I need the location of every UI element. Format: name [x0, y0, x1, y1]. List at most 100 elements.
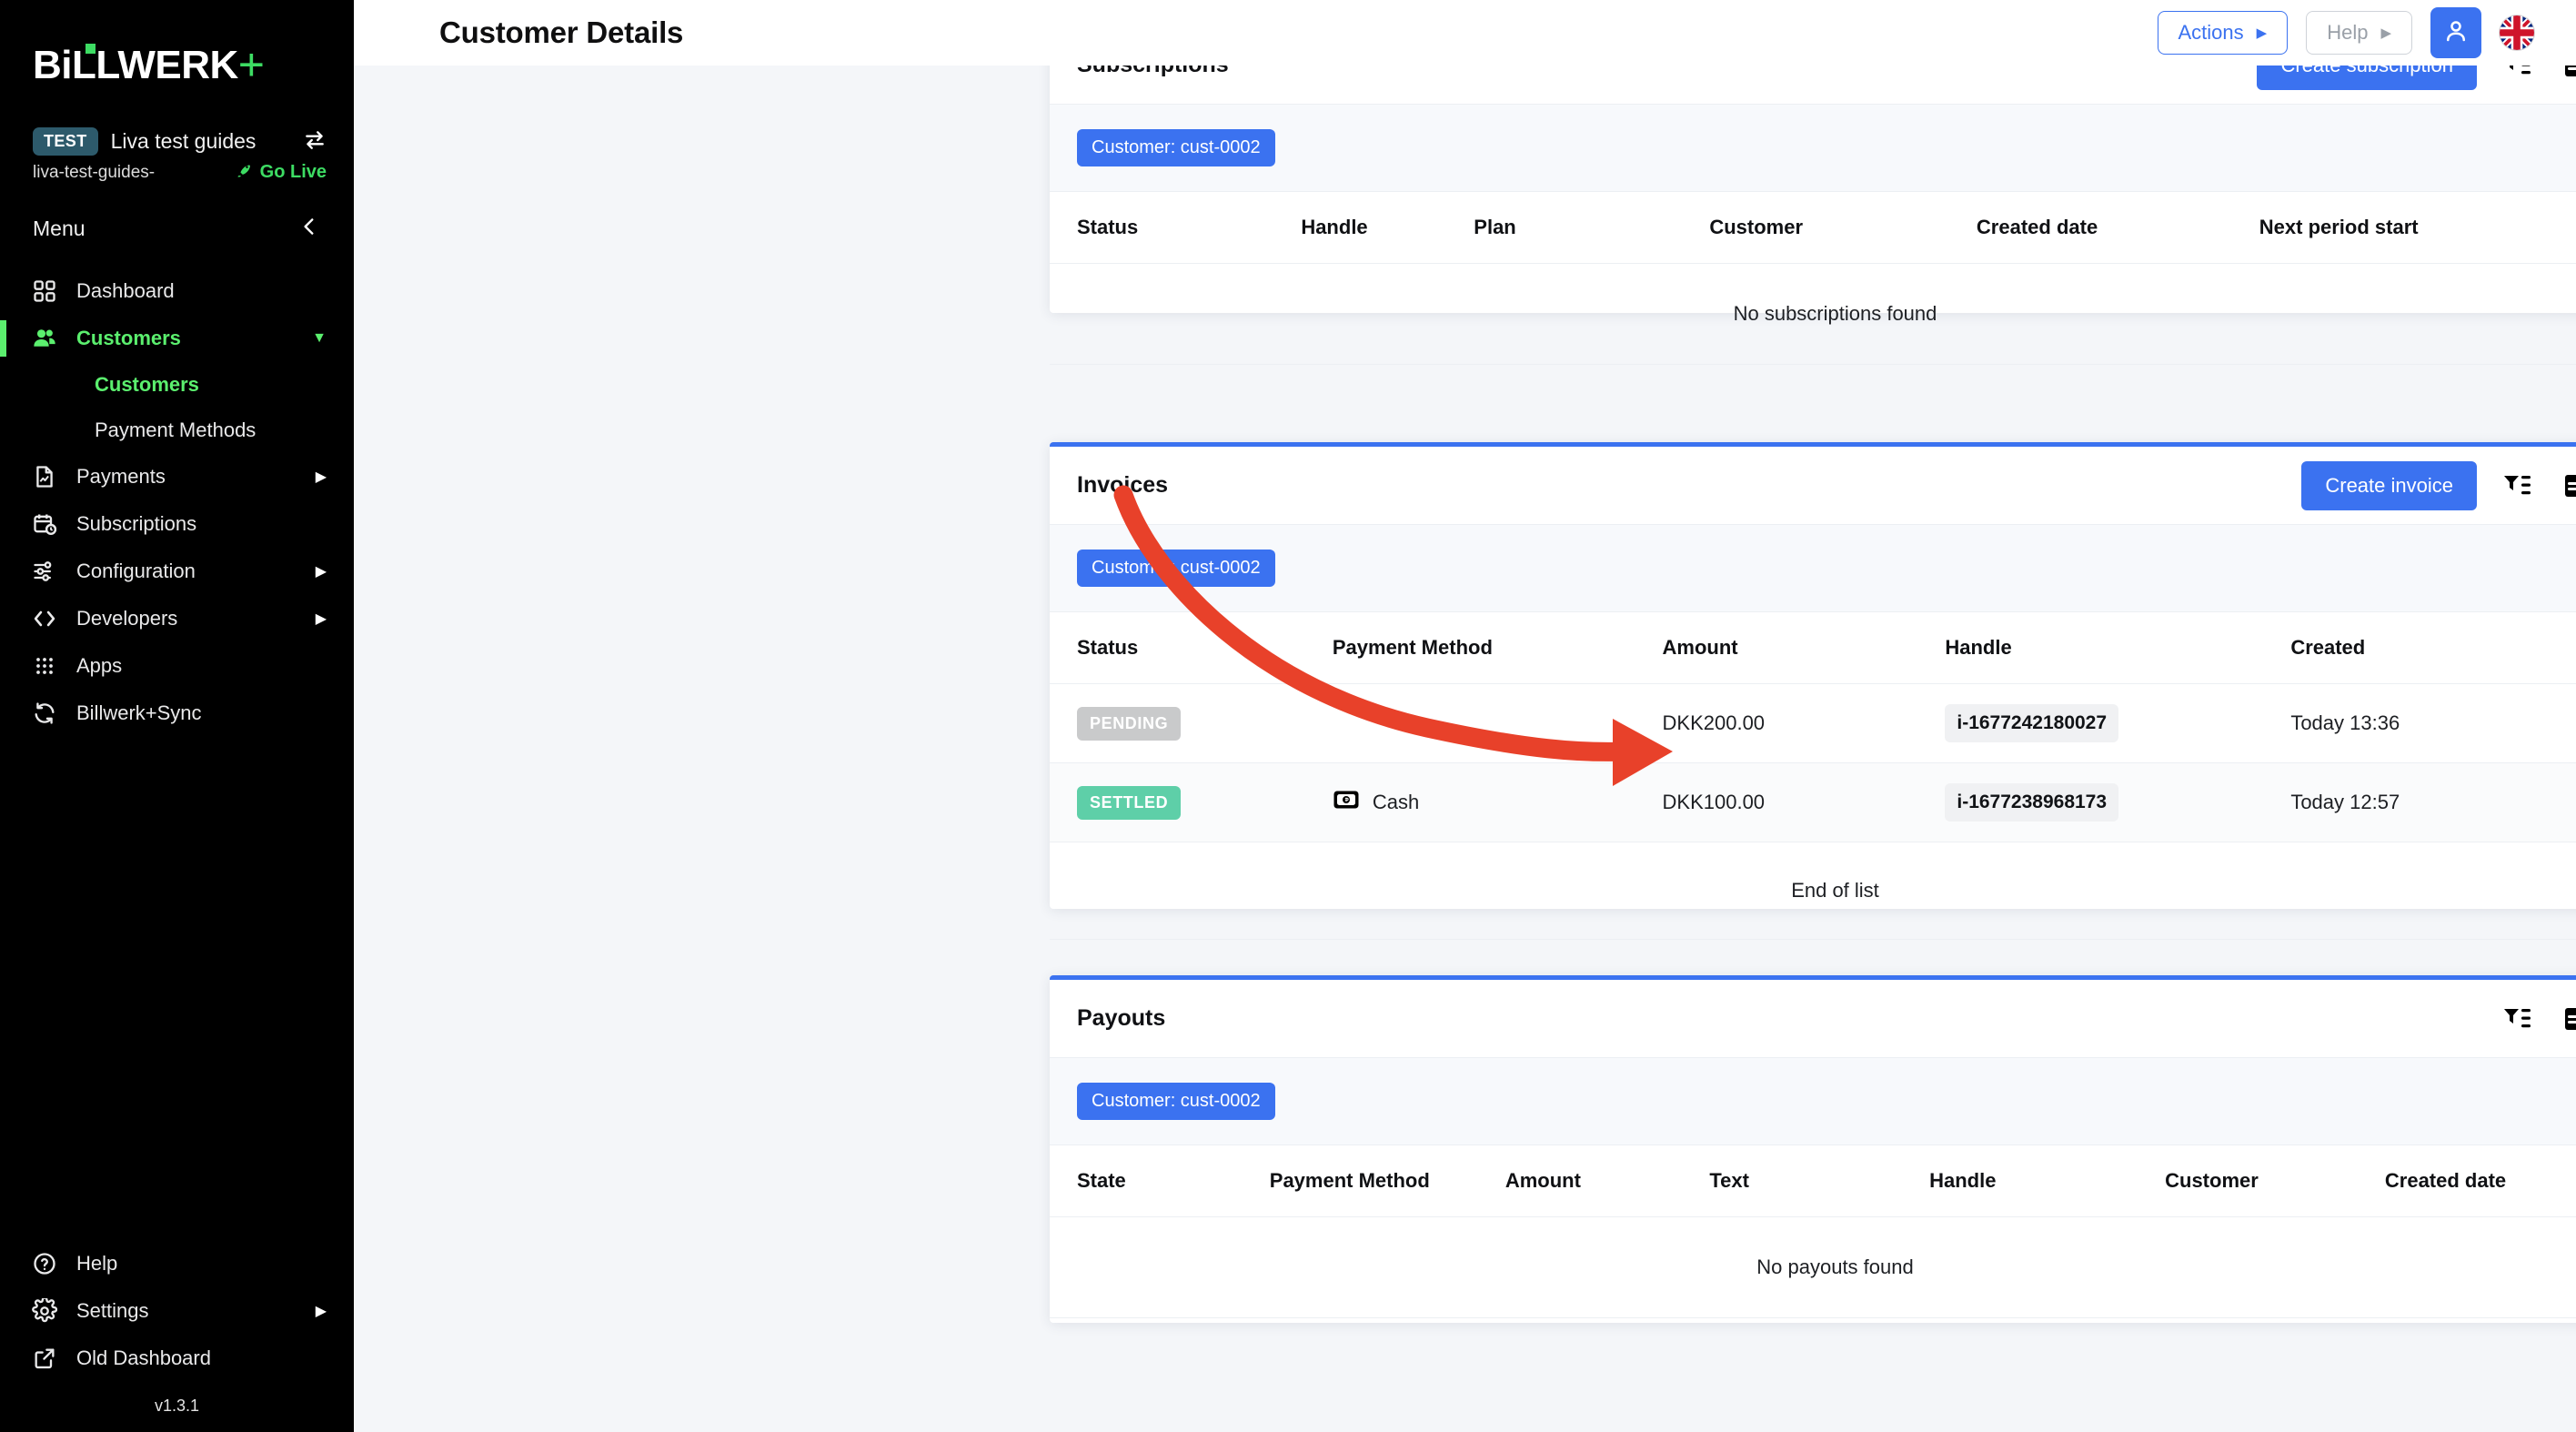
column-header[interactable]: Customer [2165, 1145, 2385, 1217]
column-header[interactable]: Payment Method [1269, 1145, 1505, 1217]
create-invoice-button[interactable]: Create invoice [2301, 460, 2477, 510]
user-account-button[interactable] [2430, 7, 2481, 58]
payouts-card-actions [2501, 1002, 2576, 1036]
logo-plus: + [237, 39, 265, 90]
help-button[interactable]: Help ▶ [2306, 11, 2412, 55]
sidebar-item-label: Subscriptions [76, 512, 197, 535]
actions-button[interactable]: Actions ▶ [2157, 11, 2289, 55]
invoices-card: Invoices Create invoice Customer: cust-0… [1050, 442, 2576, 940]
filter-icon[interactable] [2501, 469, 2535, 503]
column-header[interactable]: Created [2290, 612, 2576, 684]
apps-grid-icon [31, 652, 58, 680]
column-header[interactable]: Handle [1945, 612, 2291, 684]
sidebar-item-configuration[interactable]: Configuration ▶ [0, 548, 354, 595]
column-header[interactable]: Created date [2384, 1145, 2576, 1217]
column-settings-icon[interactable] [2559, 66, 2576, 83]
sidebar-item-subscriptions[interactable]: Subscriptions [0, 500, 354, 548]
logo-text: BiLLWERK [33, 43, 238, 87]
invoices-table: Status Payment Method Amount Handle Crea… [1050, 612, 2576, 940]
column-header[interactable]: Handle [1929, 1145, 2166, 1217]
collapse-sidebar-icon[interactable] [297, 215, 321, 242]
filter-icon[interactable] [2501, 1002, 2535, 1036]
table-header-row: Status Handle Plan Customer Created date… [1050, 192, 2576, 264]
column-header[interactable]: Status [1050, 192, 1302, 264]
column-header[interactable]: Next period start [2259, 192, 2576, 264]
subscriptions-title: Subscriptions [1077, 66, 1229, 78]
filter-chip-customer[interactable]: Customer: cust-0002 [1077, 129, 1275, 166]
invoice-handle-link[interactable]: i-1677238968173 [1945, 783, 2119, 822]
switch-environment-icon[interactable] [303, 128, 327, 156]
sidebar-item-developers[interactable]: Developers ▶ [0, 595, 354, 642]
invoice-payment-method-cell: Cash [1332, 762, 1663, 842]
go-live-button[interactable]: Go Live [236, 161, 327, 184]
column-settings-icon[interactable] [2559, 1002, 2576, 1036]
sidebar-item-settings[interactable]: Settings ▶ [0, 1287, 354, 1335]
sidebar-item-dashboard[interactable]: Dashboard [0, 267, 354, 315]
gear-icon [31, 1297, 58, 1325]
payouts-card-header: Payouts [1050, 980, 2576, 1058]
filter-chip-customer[interactable]: Customer: cust-0002 [1077, 550, 1275, 587]
payment-method-label: Cash [1372, 791, 1420, 813]
payouts-title: Payouts [1077, 1005, 1166, 1031]
empty-state-text: No subscriptions found [1050, 263, 2576, 365]
chevron-right-icon: ▶ [315, 1304, 327, 1319]
brand-logo[interactable]: BiLLWERK+ [0, 0, 354, 109]
environment-sub-row: liva-test-guides- Go Live [0, 156, 354, 184]
logo-dot [86, 44, 96, 54]
app-root: BiLLWERK+ TEST Liva test guides liva-tes… [0, 0, 2576, 1432]
sidebar-subitem-payment-methods[interactable]: Payment Methods [0, 408, 354, 453]
invoices-filter-bar: Customer: cust-0002 [1050, 525, 2576, 612]
sidebar-item-label: Old Dashboard [76, 1346, 211, 1369]
column-header[interactable]: Created date [1976, 192, 2259, 264]
help-button-label: Help [2327, 21, 2369, 44]
sidebar-item-label: Dashboard [76, 279, 175, 302]
column-header[interactable]: Handle [1301, 192, 1474, 264]
go-live-label: Go Live [259, 162, 327, 182]
sidebar-item-label: Configuration [76, 560, 196, 582]
column-header[interactable]: Amount [1662, 612, 1946, 684]
invoice-status-cell: SETTLED [1050, 762, 1333, 842]
column-header[interactable]: Amount [1504, 1145, 1710, 1217]
sliders-icon [31, 558, 58, 585]
invoices-card-header: Invoices Create invoice [1050, 447, 2576, 525]
sidebar: BiLLWERK+ TEST Liva test guides liva-tes… [0, 0, 354, 1432]
user-icon [2442, 17, 2470, 49]
filter-chip-customer[interactable]: Customer: cust-0002 [1077, 1083, 1275, 1120]
column-header[interactable]: Text [1709, 1145, 1930, 1217]
end-of-list-text: End of list [1050, 842, 2576, 940]
filter-icon[interactable] [2501, 66, 2535, 83]
invoice-handle-link[interactable]: i-1677242180027 [1945, 704, 2119, 742]
invoice-status-cell: PENDING [1050, 683, 1333, 763]
sidebar-item-label: Settings [76, 1299, 149, 1322]
sidebar-subitem-label: Customers [95, 373, 199, 396]
sidebar-subitem-customers[interactable]: Customers [0, 362, 354, 408]
chevron-right-icon: ▶ [315, 469, 327, 485]
empty-state-row: No subscriptions found [1050, 263, 2576, 365]
sidebar-subitem-label: Payment Methods [95, 419, 257, 441]
sidebar-item-label: Billwerk+Sync [76, 701, 202, 724]
content-scroll-area: Subscriptions Create subscription Custom… [354, 66, 2576, 1432]
column-settings-icon[interactable] [2559, 469, 2576, 503]
language-flag-icon[interactable] [2500, 15, 2534, 50]
empty-state-row: No payouts found [1050, 1216, 2576, 1318]
sidebar-item-help[interactable]: Help [0, 1240, 354, 1287]
external-link-icon [31, 1345, 58, 1372]
subscriptions-filter-bar: Customer: cust-0002 [1050, 105, 2576, 192]
table-row[interactable]: PENDING DKK200.00 i-1677242180027 Today … [1050, 683, 2576, 763]
sync-icon [31, 700, 58, 727]
sidebar-item-apps[interactable]: Apps [0, 642, 354, 690]
chevron-right-icon: ▶ [2380, 25, 2391, 41]
sidebar-item-old-dashboard[interactable]: Old Dashboard [0, 1335, 354, 1382]
sidebar-item-billwerk-sync[interactable]: Billwerk+Sync [0, 690, 354, 737]
users-icon [31, 325, 58, 352]
create-subscription-button[interactable]: Create subscription [2257, 66, 2477, 90]
sidebar-item-customers[interactable]: Customers ▼ [0, 315, 354, 362]
column-header[interactable]: Status [1050, 612, 1333, 684]
column-header[interactable]: Plan [1474, 192, 1710, 264]
main-area: Customer Details Actions ▶ Help ▶ Custom… [354, 0, 2576, 1432]
column-header[interactable]: State [1050, 1145, 1270, 1217]
sidebar-item-payments[interactable]: Payments ▶ [0, 453, 354, 500]
column-header[interactable]: Payment Method [1332, 612, 1663, 684]
table-row[interactable]: SETTLED Cash DKK100.00 i-1677238968173 T… [1050, 762, 2576, 842]
column-header[interactable]: Customer [1709, 192, 1977, 264]
